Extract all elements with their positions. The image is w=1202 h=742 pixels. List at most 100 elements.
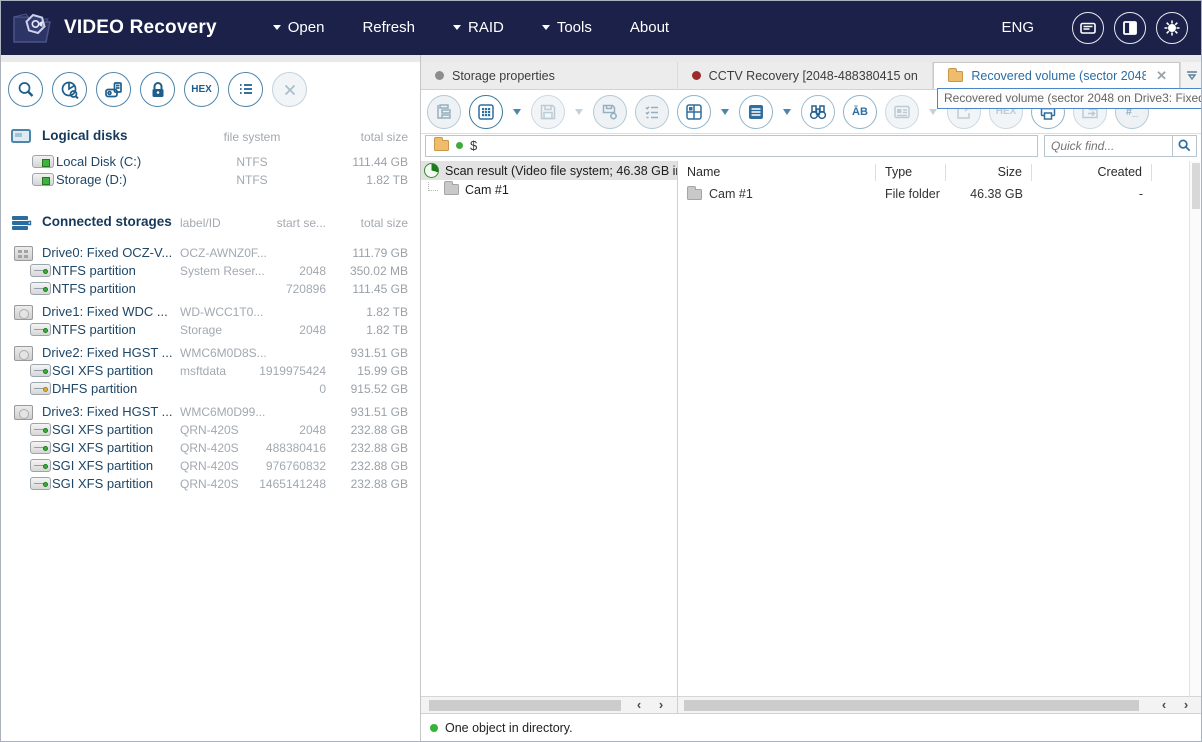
menu: Open Refresh RAID Tools About xyxy=(273,19,669,36)
close-tab-icon[interactable]: ✕ xyxy=(1154,68,1169,84)
scrollbar-thumb[interactable] xyxy=(684,700,1139,711)
quick-find xyxy=(1044,135,1197,157)
vertical-scrollbar[interactable] xyxy=(1189,161,1202,696)
storage-row[interactable]: Drive0: Fixed OCZ-V... OCZ-AWNZ0F... 111… xyxy=(4,244,416,262)
scrollbar-thumb[interactable] xyxy=(1192,163,1200,209)
storage-row[interactable]: SGI XFS partition msftdata 1919975424 15… xyxy=(4,362,416,380)
folder-icon xyxy=(444,184,459,195)
logical-disk-row[interactable]: Local Disk (C:) NTFS 111.44 GB xyxy=(4,153,416,171)
storage-row[interactable]: SGI XFS partition QRN-420S 1465141248 23… xyxy=(4,475,416,493)
menu-refresh[interactable]: Refresh xyxy=(362,19,415,36)
menu-about[interactable]: About xyxy=(630,19,669,36)
storage-icon xyxy=(30,264,51,277)
menu-raid[interactable]: RAID xyxy=(453,19,504,36)
encoding-button[interactable]: ĀB xyxy=(843,95,877,129)
quad-layout-button[interactable] xyxy=(677,95,711,129)
storage-row[interactable]: SGI XFS partition QRN-420S 2048 232.88 G… xyxy=(4,421,416,439)
lock-icon xyxy=(147,79,169,101)
checklist-button[interactable] xyxy=(635,95,669,129)
green-dot-icon xyxy=(456,142,463,149)
menu-open[interactable]: Open xyxy=(273,19,325,36)
preview-pane-dropdown[interactable] xyxy=(929,109,937,115)
tab-cctv-recovery[interactable]: CCTV Recovery [2048-488380415 on Driv... xyxy=(678,62,934,89)
storage-row[interactable]: DHFS partition 0 915.52 GB xyxy=(4,380,416,398)
save-dropdown[interactable] xyxy=(575,109,583,115)
tab-list-button[interactable] xyxy=(1180,62,1202,89)
list-view-dropdown[interactable] xyxy=(783,109,791,115)
find-button[interactable] xyxy=(801,95,835,129)
grid-view-button[interactable] xyxy=(469,95,503,129)
storage-row[interactable]: NTFS partition Storage 2048 1.82 TB xyxy=(4,321,416,339)
section-title: Connected storages xyxy=(42,214,172,229)
folder-icon xyxy=(434,140,449,151)
scroll-left-arrow[interactable]: ‹ xyxy=(631,697,647,714)
status-text: One object in directory. xyxy=(445,721,573,735)
column-size[interactable]: Size xyxy=(946,164,1032,181)
tab-recovered-volume[interactable]: Recovered volume (sector 2048 on Dr... ✕ xyxy=(933,62,1180,89)
storage-row[interactable]: Drive1: Fixed WDC ... WD-WCC1T0... 1.82 … xyxy=(4,303,416,321)
tree-item-scan-result[interactable]: Scan result (Video file system; 46.38 GB… xyxy=(421,161,677,180)
storage-sidebar: HEX Logical disks file system total size… xyxy=(0,55,421,742)
logical-disks-header: Logical disks file system total size xyxy=(4,127,416,147)
messages-button[interactable] xyxy=(1072,12,1104,44)
column-type[interactable]: Type xyxy=(876,164,946,181)
disk-icon xyxy=(32,173,54,186)
storage-row[interactable]: Drive2: Fixed HGST ... WMC6M0D8S... 931.… xyxy=(4,344,416,362)
logical-disk-row[interactable]: Storage (D:) NTFS 1.82 TB xyxy=(4,171,416,189)
settings-button[interactable] xyxy=(1156,12,1188,44)
scroll-right-arrow[interactable]: › xyxy=(1178,697,1194,714)
save-settings-button[interactable] xyxy=(593,95,627,129)
storage-row[interactable]: SGI XFS partition QRN-420S 488380416 232… xyxy=(4,439,416,457)
encryption-button[interactable] xyxy=(140,72,175,107)
monitor-icon xyxy=(10,128,32,146)
file-rows: Cam #1 File folder 46.38 GB - xyxy=(678,184,1202,204)
scrollbar-thumb[interactable] xyxy=(429,700,621,711)
chevron-down-icon xyxy=(542,25,550,30)
quick-find-button[interactable] xyxy=(1172,136,1196,156)
tab-storage-properties[interactable]: Storage properties xyxy=(421,62,678,89)
section-title: Logical disks xyxy=(42,128,128,143)
save-button[interactable] xyxy=(531,95,565,129)
storage-row[interactable]: Drive3: Fixed HGST ... WMC6M0D99... 931.… xyxy=(4,403,416,421)
properties-list-button[interactable] xyxy=(228,72,263,107)
storage-row[interactable]: NTFS partition 720896 111.45 GB xyxy=(4,280,416,298)
list-view-button[interactable] xyxy=(739,95,773,129)
file-row[interactable]: Cam #1 File folder 46.38 GB - xyxy=(678,184,1202,204)
disk-icon xyxy=(32,155,54,168)
storage-row[interactable]: SGI XFS partition QRN-420S 976760832 232… xyxy=(4,457,416,475)
connected-storage-list: Drive0: Fixed OCZ-V... OCZ-AWNZ0F... 111… xyxy=(0,239,420,493)
tree-item-cam1[interactable]: Cam #1 xyxy=(421,180,677,199)
column-created[interactable]: Created xyxy=(1032,164,1152,181)
encoding-icon: ĀB xyxy=(852,106,868,118)
disk-image-icon xyxy=(103,79,125,101)
panel-layout-button[interactable] xyxy=(1114,12,1146,44)
close-storage-button[interactable] xyxy=(272,72,307,107)
storage-row[interactable]: NTFS partition System Reser... 2048 350.… xyxy=(4,262,416,280)
preview-pane-button[interactable] xyxy=(885,95,919,129)
language-selector[interactable]: ENG xyxy=(1001,19,1034,36)
address-bar[interactable]: $ xyxy=(425,135,1038,157)
grid-view-dropdown[interactable] xyxy=(513,109,521,115)
tree-horizontal-scrollbar[interactable]: ‹ › xyxy=(421,696,678,713)
binoculars-icon xyxy=(807,102,829,122)
files-horizontal-scrollbar[interactable]: ‹ › xyxy=(678,696,1202,713)
storage-usage-button[interactable] xyxy=(52,72,87,107)
storage-icon xyxy=(14,346,33,361)
quad-layout-dropdown[interactable] xyxy=(721,109,729,115)
hex-icon: HEX xyxy=(191,84,212,95)
menu-tools[interactable]: Tools xyxy=(542,19,592,36)
search-icon xyxy=(15,79,37,101)
search-button[interactable] xyxy=(8,72,43,107)
column-name[interactable]: Name xyxy=(678,164,876,181)
gear-icon xyxy=(1162,18,1182,38)
report-tree-button[interactable] xyxy=(427,95,461,129)
sidebar-toolbar: HEX xyxy=(0,62,420,113)
app-logo-icon xyxy=(10,8,56,48)
scroll-right-arrow[interactable]: › xyxy=(653,697,669,714)
hex-view-button[interactable]: HEX xyxy=(184,72,219,107)
scroll-left-arrow[interactable]: ‹ xyxy=(1156,697,1172,714)
logical-disk-list: Local Disk (C:) NTFS 111.44 GB Storage (… xyxy=(0,153,420,189)
chevron-down-icon xyxy=(273,25,281,30)
quick-find-input[interactable] xyxy=(1045,139,1172,153)
disk-image-button[interactable] xyxy=(96,72,131,107)
